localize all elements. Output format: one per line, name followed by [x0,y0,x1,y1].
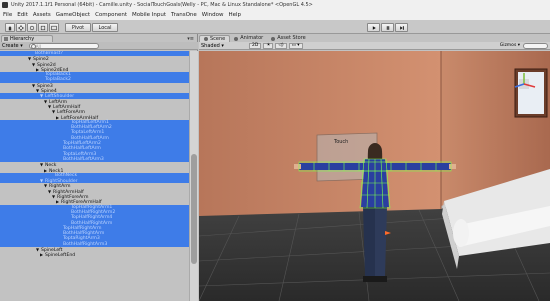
rect-tool-icon [51,25,57,30]
hierarchy-row-label: BothNeck [55,172,78,178]
menu-gameobject[interactable]: GameObject [56,12,90,18]
lighting-toggle[interactable]: ☀ [263,42,274,49]
scene-icon [204,37,208,41]
scene-render: Touch [199,51,550,301]
tab-animator[interactable]: Animator [230,35,267,42]
menu-transone[interactable]: TransOne [171,12,197,18]
hierarchy-row-label: TopHalfRightArm1 [71,204,113,210]
menu-edit[interactable]: Edit [17,12,28,18]
menu-window[interactable]: Window [202,12,224,18]
scale-tool-button[interactable] [38,23,48,32]
pause-button[interactable] [381,23,394,32]
move-icon [18,24,24,31]
hierarchy-row-label: BothHalfLeftArm [63,146,101,152]
touch-board-label: Touch [333,139,348,145]
hierarchy-row-label: SpineLeftEnd [45,253,76,259]
rect-tool-button[interactable] [49,23,59,32]
scene-viewport[interactable]: Touch [199,51,550,301]
title-bar: Unity 2017.1.1f1 Personal (64bit) - Cami… [0,0,550,10]
hierarchy-row-label: ToptaRightArm3 [63,236,100,242]
local-toggle[interactable]: Local [92,23,118,32]
hierarchy-toolbar: Create ▾ All [0,42,198,50]
tab-animator-label: Animator [240,35,264,41]
pivot-toggle[interactable]: Pivot [65,23,91,32]
hierarchy-row-label: BothBreast? [35,51,63,56]
gizmos-label: Gizmos [499,43,517,48]
hierarchy-panel: Hierarchy ▾≡ Create ▾ All BothBreast? ▼ Sp… [0,34,198,301]
hierarchy-row-label: ToptaLeftArm1 [71,130,105,136]
hand-icon [8,25,12,30]
menu-component[interactable]: Component [95,12,127,18]
tab-asset-store-label: Asset Store [277,35,306,41]
hierarchy-row-label: ToptaLeftArm3 [63,151,97,157]
hierarchy-row-label: BothHalfRightArm [71,220,113,226]
main-toolbar: Pivot Local [0,20,550,34]
window-title: Unity 2017.1.1f1 Personal (64bit) - Cami… [11,2,313,8]
scene-tabs: Scene Animator Asset Store [199,35,550,42]
step-button[interactable] [395,23,408,32]
pivot-label: Pivot [71,24,85,31]
menu-mobile-input[interactable]: Mobile Input [132,12,166,18]
create-dropdown[interactable]: Create ▾ [2,43,23,49]
hierarchy-row-label: BothHalfLeftArm [71,135,109,141]
hierarchy-row-label: BothHalfLeftArm3 [63,156,104,162]
step-icon [399,25,404,30]
local-label: Local [98,24,112,31]
pause-icon [386,25,389,30]
play-button[interactable] [367,23,380,32]
scene-toolbar: Shaded ▾ 2D ☀ ◁) ▭ ▾ Gizmos ▾ [199,42,550,50]
back-wall [199,51,441,216]
scale-icon [40,25,46,30]
tab-asset-store[interactable]: Asset Store [267,35,309,42]
scrollbar-thumb[interactable] [191,154,197,264]
gizmos-dropdown[interactable]: Gizmos ▾ [500,43,520,48]
hierarchy-row-label: TopHalfRightArm4 [71,215,113,221]
hierarchy-tab[interactable]: Hierarchy [1,35,53,42]
hierarchy-scrollbar[interactable] [189,51,198,301]
scene-panel: Scene Animator Asset Store Shaded ▾ 2D ☀… [199,34,550,301]
menu-bar: File Edit Assets GameObject Component Mo… [0,10,550,20]
hierarchy-row-label: BothHalfRightArm3 [63,241,108,247]
toggle-2d-label: 2D [252,42,259,48]
unity-logo-icon [2,2,8,8]
menu-assets[interactable]: Assets [33,12,51,18]
tab-scene[interactable]: Scene [199,35,231,42]
menu-file[interactable]: File [3,12,12,18]
scene-search-input[interactable] [523,43,548,49]
effects-dropdown[interactable]: ▭ ▾ [288,42,303,49]
search-placeholder: All [35,43,41,49]
rotate-icon [29,25,35,30]
hierarchy-list-icon [4,37,8,41]
hand-tool-button[interactable] [5,23,15,32]
move-tool-button[interactable] [16,23,26,32]
create-label: Create [2,42,19,49]
menu-help[interactable]: Help [228,12,241,18]
picture-canvas [518,72,544,114]
rotate-tool-button[interactable] [27,23,37,32]
hierarchy-tree: BothBreast? ▼ Spine2 ▼ Spine2d ▶ Spine2dEnd Top… [0,51,189,301]
hierarchy-row[interactable]: ▶ SpineLeftEnd [0,252,189,259]
shading-mode-dropdown[interactable]: Shaded ▾ [201,43,241,49]
hierarchy-search-input[interactable]: All [28,42,99,49]
play-icon [372,25,376,30]
hierarchy-row-label: ToplaBack2 [45,77,71,83]
shading-mode-label: Shaded [201,42,220,49]
toggle-2d-button[interactable]: 2D [249,42,262,49]
animator-icon [234,36,239,41]
audio-toggle[interactable]: ◁) [275,42,287,49]
asset-store-icon [271,36,276,41]
